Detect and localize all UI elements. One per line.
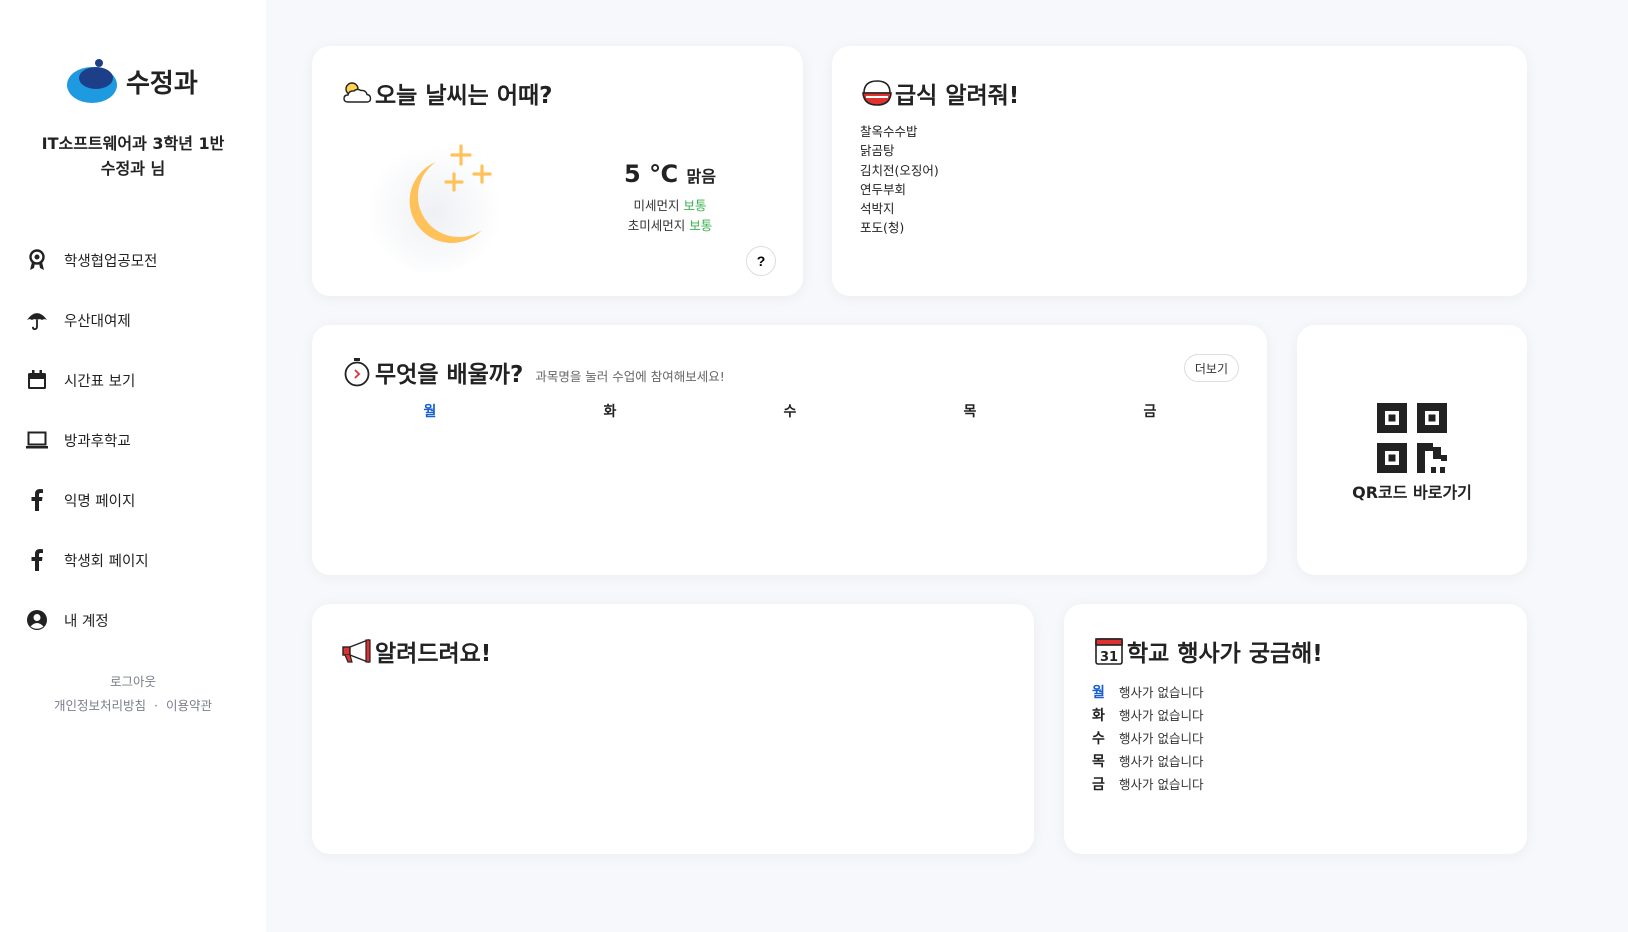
meal-item: 연두부회 [860,181,907,197]
notice-title: 알려드려요! [342,634,491,668]
meal-item: 찰옥수수밥 [860,124,918,139]
event-row: 수 행사가 없습니다 [1092,726,1203,749]
meal-item: 포도(청) [860,220,905,236]
facebook-icon [26,489,48,511]
events-list: 월 행사가 없습니다 화 행사가 없습니다 수 행사가 없습니다 목 행사가 없습니다 … [1092,680,1203,795]
qr-label: QR코드 바로가기 [1352,483,1472,502]
calendar-icon [26,369,48,391]
qr-code-icon [1377,403,1447,473]
sidebar-item-label: 학생회 페이지 [64,553,149,570]
sidebar-footer: 로그아웃 개인정보처리방침 · 이용약관 [0,670,266,718]
weather-help-button[interactable]: ? [746,246,776,276]
fine-dust-label: 초미세먼지 [627,218,686,233]
dust-value: 보통 [683,198,707,213]
sidebar-item-label: 익명 페이지 [64,493,136,510]
sidebar-item-account[interactable]: 내 계정 [26,608,157,632]
tab-tuesday[interactable]: 화 [520,401,700,421]
logo-text: 수정과 [126,68,198,99]
dust-label: 미세먼지 [633,198,680,213]
award-icon [26,249,48,271]
event-day: 월 [1092,684,1105,701]
events-card: 31 학교 행사가 궁금해! 월 행사가 없습니다 화 행사가 없습니다 수 행사가 … [1064,604,1527,854]
qr-shortcut-card[interactable]: QR코드 바로가기 [1297,325,1527,575]
event-text: 행사가 없습니다 [1119,708,1204,723]
user-class: IT소프트웨어과 3학년 1반 [41,134,225,153]
event-day: 수 [1092,730,1105,747]
meal-item: 석박지 [860,201,895,217]
sidebar-item-label: 우산대여제 [64,313,131,330]
calendar-date-icon: 31 [1094,636,1124,666]
logout-link[interactable]: 로그아웃 [110,674,156,689]
event-row: 화 행사가 없습니다 [1092,703,1203,726]
tab-thursday[interactable]: 목 [880,401,1060,421]
event-row: 목 행사가 없습니다 [1092,749,1203,772]
more-button[interactable]: 더보기 [1183,354,1239,382]
classes-card: 무엇을 배울까? 과목명을 눌러 수업에 참여해보세요! 더보기 월 화 수 목… [312,325,1267,575]
sidebar-item-student-council[interactable]: 학생회 페이지 [26,548,157,572]
meal-item: 김치전(오징어) [860,162,939,178]
sidebar-item-afterschool[interactable]: 방과후학교 [26,428,157,452]
meal-item: 닭곰탕 [860,143,895,159]
logo[interactable]: 수정과 [66,58,198,104]
meal-title-text: 급식 알려줘! [895,83,1020,109]
weather-title: 오늘 날씨는 어때? [342,76,552,110]
umbrella-icon [26,309,48,331]
meal-title: 급식 알려줘! [862,76,1019,110]
notice-card: 알려드려요! [312,604,1034,854]
sidebar-item-label: 학생협업공모전 [64,253,158,270]
sidebar-item-label: 방과후학교 [64,433,131,450]
sun-cloud-icon [342,78,372,108]
event-text: 행사가 없습니다 [1119,685,1204,700]
laptop-icon [26,429,48,451]
privacy-link[interactable]: 개인정보처리방침 [54,698,146,713]
terms-link[interactable]: 이용약관 [166,698,212,713]
calendar-date-number: 31 [1100,650,1118,665]
event-row: 월 행사가 없습니다 [1092,680,1203,703]
event-text: 행사가 없습니다 [1119,777,1204,792]
megaphone-icon [342,636,372,666]
moon-icon [364,132,514,274]
sidebar-item-anonymous[interactable]: 익명 페이지 [26,488,157,512]
weather-title-text: 오늘 날씨는 어때? [375,83,553,109]
footer-separator: · [154,698,158,713]
notice-title-text: 알려드려요! [375,641,492,667]
events-title-text: 학교 행사가 궁금해! [1127,641,1323,667]
sidebar-item-label: 내 계정 [64,613,109,630]
logo-icon [67,59,117,103]
sidebar-item-timetable[interactable]: 시간표 보기 [26,368,157,392]
tab-friday[interactable]: 금 [1060,401,1240,421]
user-circle-icon [26,609,48,631]
sidebar-item-umbrella[interactable]: 우산대여제 [26,308,157,332]
facebook-icon [26,549,48,571]
tab-wednesday[interactable]: 수 [700,401,880,421]
user-info: IT소프트웨어과 3학년 1반 수정과 님 [0,131,266,181]
event-text: 행사가 없습니다 [1119,731,1204,746]
rice-bowl-icon [862,78,892,108]
fine-dust-value: 보통 [689,218,713,233]
event-row: 금 행사가 없습니다 [1092,772,1203,795]
classes-title: 무엇을 배울까? 과목명을 눌러 수업에 참여해보세요! [342,355,725,389]
sidebar-item-contest[interactable]: 학생협업공모전 [26,248,157,272]
stopwatch-icon [342,357,372,387]
temperature: 5 ℃ [624,160,679,188]
day-tabs: 월 화 수 목 금 [340,401,1240,421]
sidebar-item-label: 시간표 보기 [64,373,136,390]
event-day: 화 [1092,707,1105,724]
tab-monday[interactable]: 월 [340,401,520,421]
user-name: 수정과 님 [100,159,166,178]
classes-title-text: 무엇을 배울까? [375,362,524,388]
event-day: 목 [1092,753,1105,770]
events-title: 31 학교 행사가 궁금해! [1094,634,1323,668]
event-text: 행사가 없습니다 [1119,754,1204,769]
weather-card: 오늘 날씨는 어때? 5 ℃ 맑음 미세먼지 보통 초미세먼지 보통 ? [312,46,803,296]
classes-hint: 과목명을 눌러 수업에 참여해보세요! [535,368,725,384]
event-day: 금 [1092,776,1105,793]
weather-info: 5 ℃ 맑음 미세먼지 보통 초미세먼지 보통 [570,160,770,236]
sidebar: 수정과 IT소프트웨어과 3학년 1반 수정과 님 학생협업공모전 우산대여제 … [0,0,266,932]
meal-card: 급식 알려줘! 찰옥수수밥 닭곰탕 김치전(오징어) 연두부회 석박지 포도(청… [832,46,1527,296]
weather-condition: 맑음 [686,167,716,186]
sidebar-nav: 학생협업공모전 우산대여제 시간표 보기 방과후학교 익명 페이지 학생회 페이… [26,248,157,668]
meal-list: 찰옥수수밥 닭곰탕 김치전(오징어) 연두부회 석박지 포도(청) [860,122,939,238]
